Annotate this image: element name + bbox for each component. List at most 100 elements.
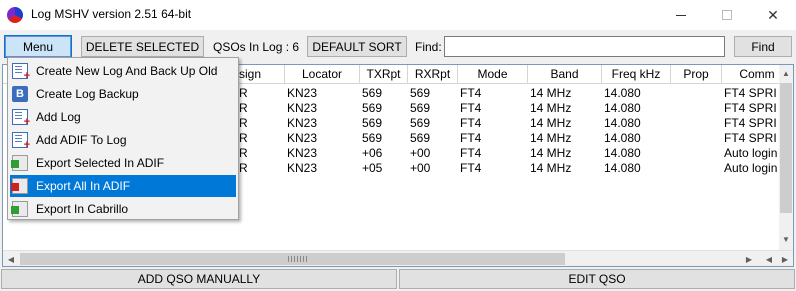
cell-comment: FT4 SPRI: [724, 116, 777, 130]
default-sort-button[interactable]: DEFAULT SORT: [307, 36, 407, 57]
column-header-freq[interactable]: Freq kHz: [602, 65, 671, 84]
column-header-txrpt[interactable]: TXRpt: [360, 65, 408, 84]
cell-comment: Auto login: [724, 161, 778, 175]
export-icon: [11, 178, 28, 194]
grip-icon: [288, 256, 308, 262]
cell-band: 14 MHz: [530, 116, 572, 130]
cell-txrpt: +05: [362, 161, 383, 175]
cell-band: 14 MHz: [530, 86, 572, 100]
minimize-button[interactable]: [658, 0, 704, 30]
close-icon: ✕: [767, 6, 779, 23]
cell-prop: [671, 161, 722, 176]
new-log-icon: [12, 63, 30, 82]
scroll-right-icon[interactable]: ▶: [741, 251, 757, 266]
column-header-callsign[interactable]: sign: [237, 65, 285, 84]
cell-txrpt: +06: [362, 146, 383, 160]
cell-txrpt: 569: [362, 101, 383, 115]
cell-locator: KN23: [287, 101, 318, 115]
cell-call: R: [239, 116, 248, 130]
add-adif-icon: [12, 132, 30, 151]
cell-locator: KN23: [287, 116, 318, 130]
column-header-rxrpt[interactable]: RXRpt: [408, 65, 458, 84]
menu-item-add-adif[interactable]: Add ADIF To Log: [10, 129, 236, 151]
menu-item-export-cabrillo[interactable]: Export In Cabrillo: [10, 198, 236, 220]
cell-txrpt: 569: [362, 131, 383, 145]
export-icon: [11, 201, 28, 217]
cell-mode: FT4: [460, 86, 482, 100]
column-header-mode[interactable]: Mode: [458, 65, 528, 84]
delete-selected-button[interactable]: DELETE SELECTED: [81, 36, 204, 57]
cell-prop: [671, 86, 722, 101]
cell-comment: FT4 SPRI: [724, 131, 777, 145]
window-title: Log MSHV version 2.51 64-bit: [31, 7, 192, 21]
cell-freq: 14.080: [604, 116, 641, 130]
cell-prop: [671, 131, 722, 146]
find-label: Find:: [415, 40, 442, 54]
add-qso-manually-button[interactable]: ADD QSO MANUALLY: [1, 269, 397, 289]
vertical-scroll-thumb[interactable]: [780, 83, 792, 213]
cell-rxrpt: +00: [410, 161, 431, 175]
cell-locator: KN23: [287, 161, 318, 175]
menu-item-create-new-log[interactable]: Create New Log And Back Up Old: [10, 60, 236, 82]
column-header-band[interactable]: Band: [528, 65, 602, 84]
menu-item-label: Export All In ADIF: [36, 179, 131, 193]
find-input[interactable]: [444, 36, 725, 57]
edit-qso-button[interactable]: EDIT QSO: [399, 269, 795, 289]
scroll-left-icon[interactable]: ◀: [761, 251, 777, 266]
maximize-button[interactable]: [704, 0, 750, 30]
menu-item-label: Create Log Backup: [36, 87, 139, 101]
menu-item-export-all-adif[interactable]: Export All In ADIF: [10, 175, 236, 197]
scroll-up-icon[interactable]: ▲: [779, 65, 793, 82]
cell-call: R: [239, 101, 248, 115]
menu-item-label: Add Log: [36, 110, 81, 124]
cell-locator: KN23: [287, 146, 318, 160]
cell-band: 14 MHz: [530, 146, 572, 160]
cell-call: R: [239, 131, 248, 145]
menu-item-export-selected-adif[interactable]: Export Selected In ADIF: [10, 152, 236, 174]
cell-call: R: [239, 146, 248, 160]
cell-freq: 14.080: [604, 101, 641, 115]
scroll-left-icon[interactable]: ◀: [3, 251, 19, 266]
export-icon: [11, 155, 28, 171]
backup-icon: B: [12, 86, 28, 102]
cell-mode: FT4: [460, 146, 482, 160]
menu-dropdown: Create New Log And Back Up Old B Create …: [7, 57, 239, 220]
menu-item-add-log[interactable]: Add Log: [10, 106, 236, 128]
menu-item-create-log-backup[interactable]: B Create Log Backup: [10, 83, 236, 105]
qso-count-label: QSOs In Log : 6: [213, 40, 300, 54]
cell-prop: [671, 116, 722, 131]
scroll-right-icon[interactable]: ▶: [777, 251, 793, 266]
cell-call: R: [239, 86, 248, 100]
menu-item-label: Add ADIF To Log: [36, 133, 127, 147]
menu-item-label: Create New Log And Back Up Old: [36, 64, 218, 78]
cell-locator: KN23: [287, 86, 318, 100]
cell-band: 14 MHz: [530, 101, 572, 115]
title-bar: Log MSHV version 2.51 64-bit ✕: [0, 0, 796, 30]
cell-freq: 14.080: [604, 86, 641, 100]
cell-comment: FT4 SPRI: [724, 86, 777, 100]
minimize-icon: [676, 14, 686, 16]
menu-item-label: Export In Cabrillo: [36, 202, 129, 216]
cell-comment: Auto login: [724, 146, 778, 160]
cell-band: 14 MHz: [530, 131, 572, 145]
cell-rxrpt: 569: [410, 101, 431, 115]
close-button[interactable]: ✕: [750, 0, 796, 30]
cell-txrpt: 569: [362, 86, 383, 100]
cell-band: 14 MHz: [530, 161, 572, 175]
horizontal-scrollbar[interactable]: ◀ ▶ ◀ ▶: [3, 250, 793, 266]
menu-button[interactable]: Menu: [4, 35, 72, 58]
cell-freq: 14.080: [604, 146, 641, 160]
cell-call: R: [239, 161, 248, 175]
horizontal-scroll-thumb[interactable]: [20, 253, 565, 265]
vertical-scrollbar[interactable]: ▲ ▼: [779, 65, 793, 250]
maximize-icon: [722, 10, 732, 20]
cell-rxrpt: +00: [410, 146, 431, 160]
column-header-prop[interactable]: Prop: [671, 65, 722, 84]
cell-rxrpt: 569: [410, 116, 431, 130]
column-header-locator[interactable]: Locator: [285, 65, 360, 84]
find-button[interactable]: Find: [734, 36, 792, 57]
scroll-down-icon[interactable]: ▼: [779, 231, 793, 248]
cell-mode: FT4: [460, 131, 482, 145]
app-logo-icon: [7, 7, 23, 23]
cell-prop: [671, 146, 722, 161]
